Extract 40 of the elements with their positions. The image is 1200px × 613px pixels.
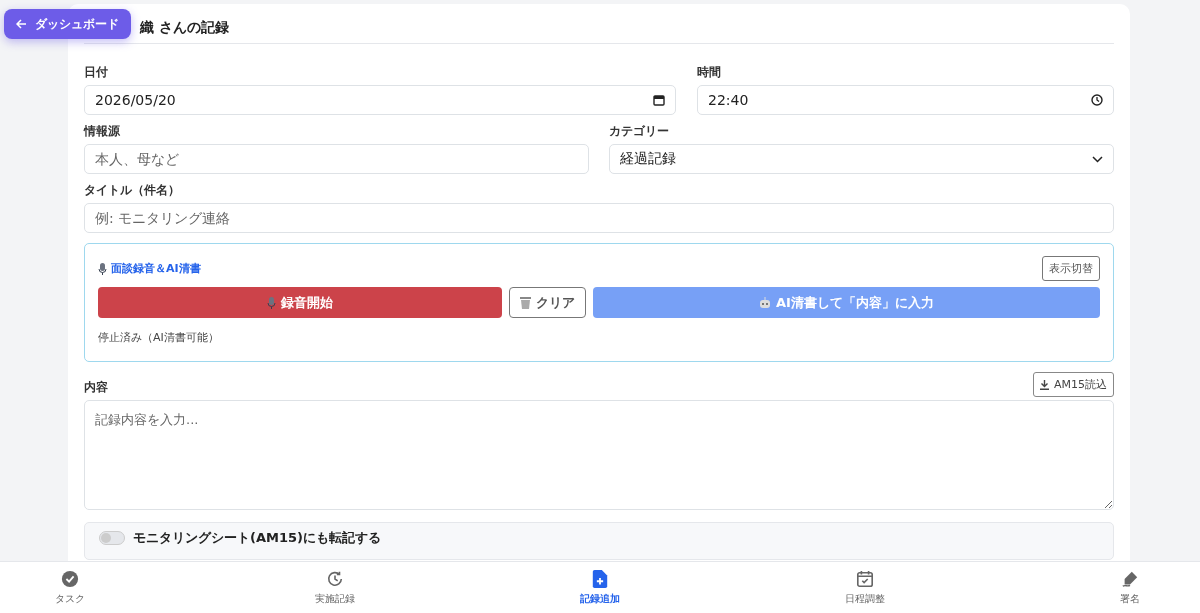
field-label: 内容 <box>84 379 108 396</box>
transfer-label: モニタリングシート(AM15)にも転記する <box>133 529 381 547</box>
chevron-down-icon <box>1092 155 1103 163</box>
robot-icon <box>759 296 772 309</box>
nav-tab[interactable]: タスク <box>20 562 120 613</box>
microphone-icon <box>98 262 107 275</box>
field-label: 日付 <box>84 64 109 81</box>
clock-icon <box>1091 94 1103 106</box>
nav-tab[interactable]: 実施記録 <box>285 562 385 613</box>
nav-tab[interactable]: 日程調整 <box>815 562 915 613</box>
view-toggle-button[interactable]: 表示切替 <box>1042 256 1100 281</box>
nav-tab[interactable]: 記録追加 <box>550 562 650 613</box>
file-plus-icon <box>592 569 608 588</box>
arrow-left-icon <box>16 19 27 29</box>
check-circle-icon <box>61 569 79 588</box>
field-label: 時間 <box>697 64 722 81</box>
category-select[interactable]: 経過記録 <box>609 144 1114 174</box>
download-icon <box>1040 379 1049 390</box>
source-field[interactable]: 本人、母など <box>84 144 589 174</box>
trash-icon <box>520 296 531 309</box>
toggle-switch[interactable] <box>99 531 125 545</box>
time-field[interactable]: 22:40 <box>697 85 1114 115</box>
field-label: タイトル（件名） <box>84 182 181 199</box>
title-field[interactable]: 例: モニタリング連絡 <box>84 203 1114 233</box>
nav-tab[interactable]: 署名 <box>1080 562 1180 613</box>
content-textarea[interactable]: 記録内容を入力... <box>84 400 1114 510</box>
calendar-icon <box>653 94 665 106</box>
back-button[interactable]: ダッシュボード <box>4 9 131 39</box>
signature-pen-icon <box>1121 569 1139 588</box>
field-label: 情報源 <box>84 123 121 140</box>
clear-button[interactable]: クリア <box>509 287 586 318</box>
import-button[interactable]: AM15読込 <box>1033 372 1114 397</box>
field-label: カテゴリー <box>609 123 670 140</box>
recorder-heading: 面談録音＆AI清書 <box>111 261 201 276</box>
microphone-icon <box>267 296 276 309</box>
history-icon <box>326 569 344 588</box>
record-button[interactable]: 録音開始 <box>98 287 502 318</box>
date-field[interactable]: 2026/05/20 <box>84 85 676 115</box>
calendar-check-icon <box>856 569 874 588</box>
recorder-status: 停止済み（AI清書可能） <box>98 330 220 345</box>
